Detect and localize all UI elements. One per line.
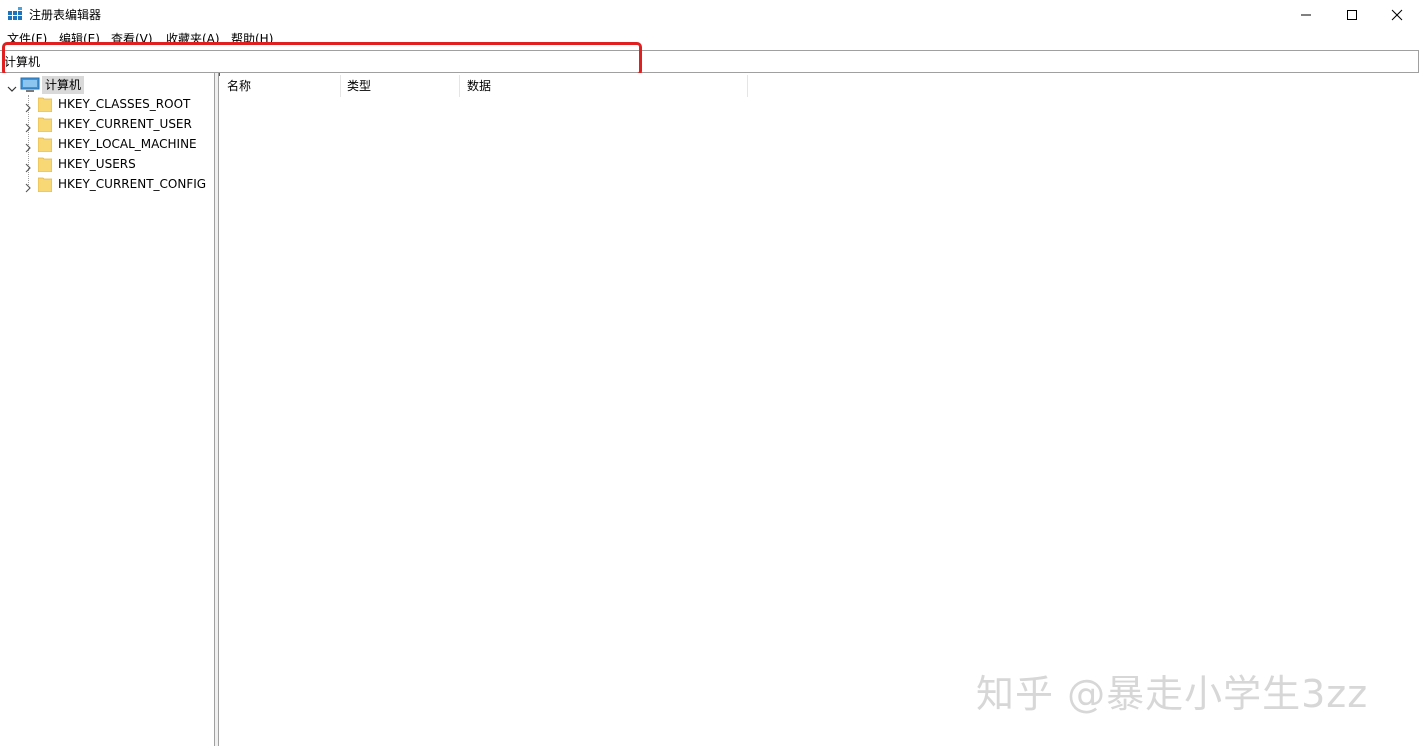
- tree-node-hkey-current-config[interactable]: HKEY_CURRENT_CONFIG: [0, 174, 214, 194]
- folder-icon: [37, 176, 53, 193]
- maximize-icon: [1347, 10, 1357, 20]
- column-header-data[interactable]: 数据: [460, 75, 748, 97]
- menu-bar: 文件(F) 编辑(E) 查看(V) 收藏夹(A) 帮助(H): [0, 30, 1419, 48]
- tree-node-hkey-local-machine[interactable]: HKEY_LOCAL_MACHINE: [0, 134, 214, 154]
- column-header-type[interactable]: 类型: [340, 75, 460, 97]
- close-icon: [1391, 9, 1403, 21]
- tree-node-computer[interactable]: 计算机: [6, 75, 206, 95]
- menu-file[interactable]: 文件(F): [7, 31, 47, 47]
- folder-icon: [37, 116, 53, 133]
- tree-node-hkey-current-user[interactable]: HKEY_CURRENT_USER: [0, 114, 214, 134]
- computer-icon: [20, 77, 40, 93]
- tree-node-label: HKEY_CLASSES_ROOT: [58, 97, 191, 111]
- tree-node-label: HKEY_LOCAL_MACHINE: [58, 137, 197, 151]
- tree-node-hkey-users[interactable]: HKEY_USERS: [0, 154, 214, 174]
- folder-icon: [37, 136, 53, 153]
- title-bar: 注册表编辑器: [0, 0, 1419, 30]
- chevron-right-icon[interactable]: [23, 99, 33, 113]
- address-bar[interactable]: 计算机: [0, 50, 1419, 73]
- tree-node-label: HKEY_CURRENT_CONFIG: [58, 177, 207, 191]
- tree-node-label: HKEY_CURRENT_USER: [58, 117, 192, 131]
- watermark-text: 知乎 @暴走小学生3zz: [976, 672, 1369, 716]
- close-button[interactable]: [1374, 0, 1419, 30]
- minimize-button[interactable]: [1283, 0, 1329, 30]
- key-tree[interactable]: 计算机 HKEY_CLASSES_ROOT HKEY_CURRENT_USER …: [0, 73, 215, 746]
- menu-view[interactable]: 查看(V): [111, 31, 153, 47]
- column-header-name[interactable]: 名称: [220, 75, 341, 97]
- window-title: 注册表编辑器: [29, 8, 102, 22]
- address-path: 计算机: [4, 55, 41, 69]
- value-list[interactable]: 名称 类型 数据: [220, 73, 1419, 746]
- tree-node-label: 计算机: [42, 76, 85, 94]
- tree-node-label: HKEY_USERS: [58, 157, 136, 171]
- chevron-right-icon[interactable]: [23, 179, 33, 193]
- folder-icon: [37, 156, 53, 173]
- menu-edit[interactable]: 编辑(E): [59, 31, 100, 47]
- maximize-button[interactable]: [1329, 0, 1375, 30]
- pane-splitter[interactable]: [215, 73, 219, 746]
- chevron-right-icon[interactable]: [23, 119, 33, 133]
- menu-favorites[interactable]: 收藏夹(A): [166, 31, 220, 47]
- chevron-right-icon[interactable]: [23, 159, 33, 173]
- tree-node-hkey-classes-root[interactable]: HKEY_CLASSES_ROOT: [0, 94, 214, 114]
- regedit-icon: [8, 7, 24, 23]
- chevron-right-icon[interactable]: [23, 139, 33, 153]
- menu-help[interactable]: 帮助(H): [231, 31, 273, 47]
- minimize-icon: [1301, 14, 1311, 16]
- chevron-down-icon[interactable]: [7, 80, 17, 92]
- folder-icon: [37, 96, 53, 113]
